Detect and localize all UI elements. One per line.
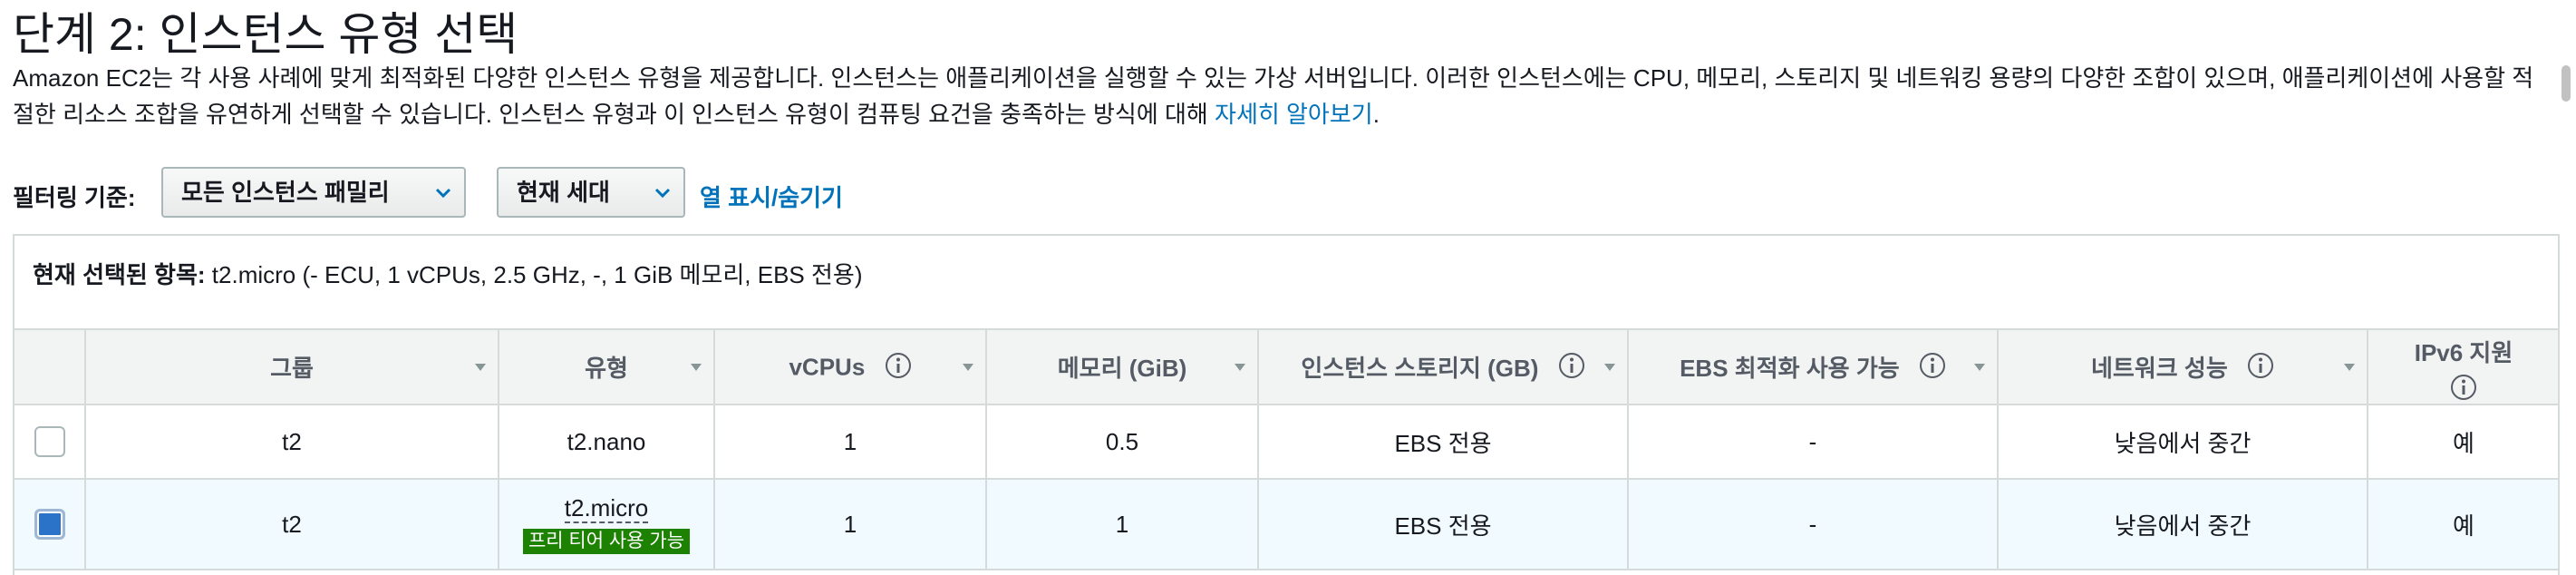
chevron-down-icon [435,188,451,199]
cell-memory: 0.5 [986,404,1259,480]
info-icon[interactable] [885,352,912,379]
cell-ebs: - [1628,479,1999,570]
sort-caret-icon [1235,364,1245,371]
launch-instance-page: 단계 2: 인스턴스 유형 선택 Amazon EC2는 각 사용 사례에 맞게… [0,0,2576,575]
generation-select[interactable]: 현재 세대 [497,167,685,218]
page-description: Amazon EC2는 각 사용 사례에 맞게 최적화된 다양한 인스턴스 유형… [13,60,2542,132]
cell-type: t2.nano [499,404,715,480]
sort-caret-icon [963,364,973,371]
cell-group: t2 [85,404,499,480]
header-ipv6[interactable]: IPv6 지원 [2368,330,2558,405]
instance-family-value: 모든 인스턴스 패밀리 [181,179,390,206]
sort-caret-icon [475,364,486,371]
filter-bar: 필터링 기준: 모든 인스턴스 패밀리 현재 세대 열 표시/숨기기 [13,167,1100,221]
sort-caret-icon [691,364,702,371]
row-select-cell [15,479,86,570]
current-selection-value: t2.micro (- ECU, 1 vCPUs, 2.5 GHz, -, 1 … [211,261,863,288]
header-group[interactable]: 그룹 [85,330,499,405]
instance-type-name: t2.micro [564,494,649,523]
table-row[interactable]: t2 t2.nano 1 0.5 EBS 전용 - 낮음에서 중간 예 [15,404,2558,480]
header-type[interactable]: 유형 [499,330,715,405]
cell-network: 낮음에서 중간 [1998,479,2368,570]
cell-storage: EBS 전용 [1258,404,1629,480]
cell-type: t2.micro 프리 티어 사용 가능 [499,479,715,570]
page-title: 단계 2: 인스턴스 유형 선택 [13,9,518,60]
info-icon[interactable] [2247,352,2274,379]
cell-vcpus: 1 [714,479,987,570]
learn-more-link[interactable]: 자세히 알아보기 [1215,101,1373,128]
show-hide-columns-link[interactable]: 열 표시/숨기기 [700,180,843,213]
header-vcpus[interactable]: vCPUs [714,330,987,405]
cell-group: t2 [85,479,499,570]
instance-type-table-panel: 현재 선택된 항목: t2.micro (- ECU, 1 vCPUs, 2.5… [13,234,2560,575]
header-network[interactable]: 네트워크 성능 [1998,330,2368,405]
row-checkbox[interactable] [34,426,65,458]
free-tier-badge: 프리 티어 사용 가능 [522,529,691,554]
cell-network: 낮음에서 중간 [1998,404,2368,480]
table-row-selected[interactable]: t2 t2.micro 프리 티어 사용 가능 1 1 EBS 전용 - 낮음에… [15,479,2558,570]
header-ebs-optimized[interactable]: EBS 최적화 사용 가능 [1628,330,1999,405]
sort-caret-icon [2344,364,2355,371]
info-icon[interactable] [1558,352,1585,379]
current-selection: 현재 선택된 항목: t2.micro (- ECU, 1 vCPUs, 2.5… [15,236,2558,330]
description-end: . [1372,101,1380,128]
cell-vcpus: 1 [714,404,987,480]
generation-value: 현재 세대 [517,179,610,206]
cell-storage: EBS 전용 [1258,479,1629,570]
header-instance-storage[interactable]: 인스턴스 스토리지 (GB) [1258,330,1629,405]
cell-ipv6: 예 [2368,479,2558,570]
header-select [15,330,86,405]
row-checkbox-checked[interactable] [34,509,65,541]
chevron-down-icon [654,188,671,199]
info-icon[interactable] [1919,352,1946,379]
header-memory[interactable]: 메모리 (GiB) [986,330,1259,405]
current-selection-label: 현재 선택된 항목: [33,261,206,288]
cell-ipv6: 예 [2368,404,2558,480]
cell-ebs: - [1628,404,1999,480]
instance-type-table: 그룹 유형 vCPUs 메모리 (GiB) 인스턴스 스토리지 (GB) EBS… [15,330,2558,570]
info-icon[interactable] [2450,374,2477,401]
page-scrollbar[interactable] [2561,65,2571,102]
filter-label: 필터링 기준: [13,184,136,211]
row-select-cell [15,404,86,480]
sort-caret-icon [1604,364,1615,371]
instance-family-select[interactable]: 모든 인스턴스 패밀리 [161,167,466,218]
cell-memory: 1 [986,479,1259,570]
sort-caret-icon [1974,364,1985,371]
